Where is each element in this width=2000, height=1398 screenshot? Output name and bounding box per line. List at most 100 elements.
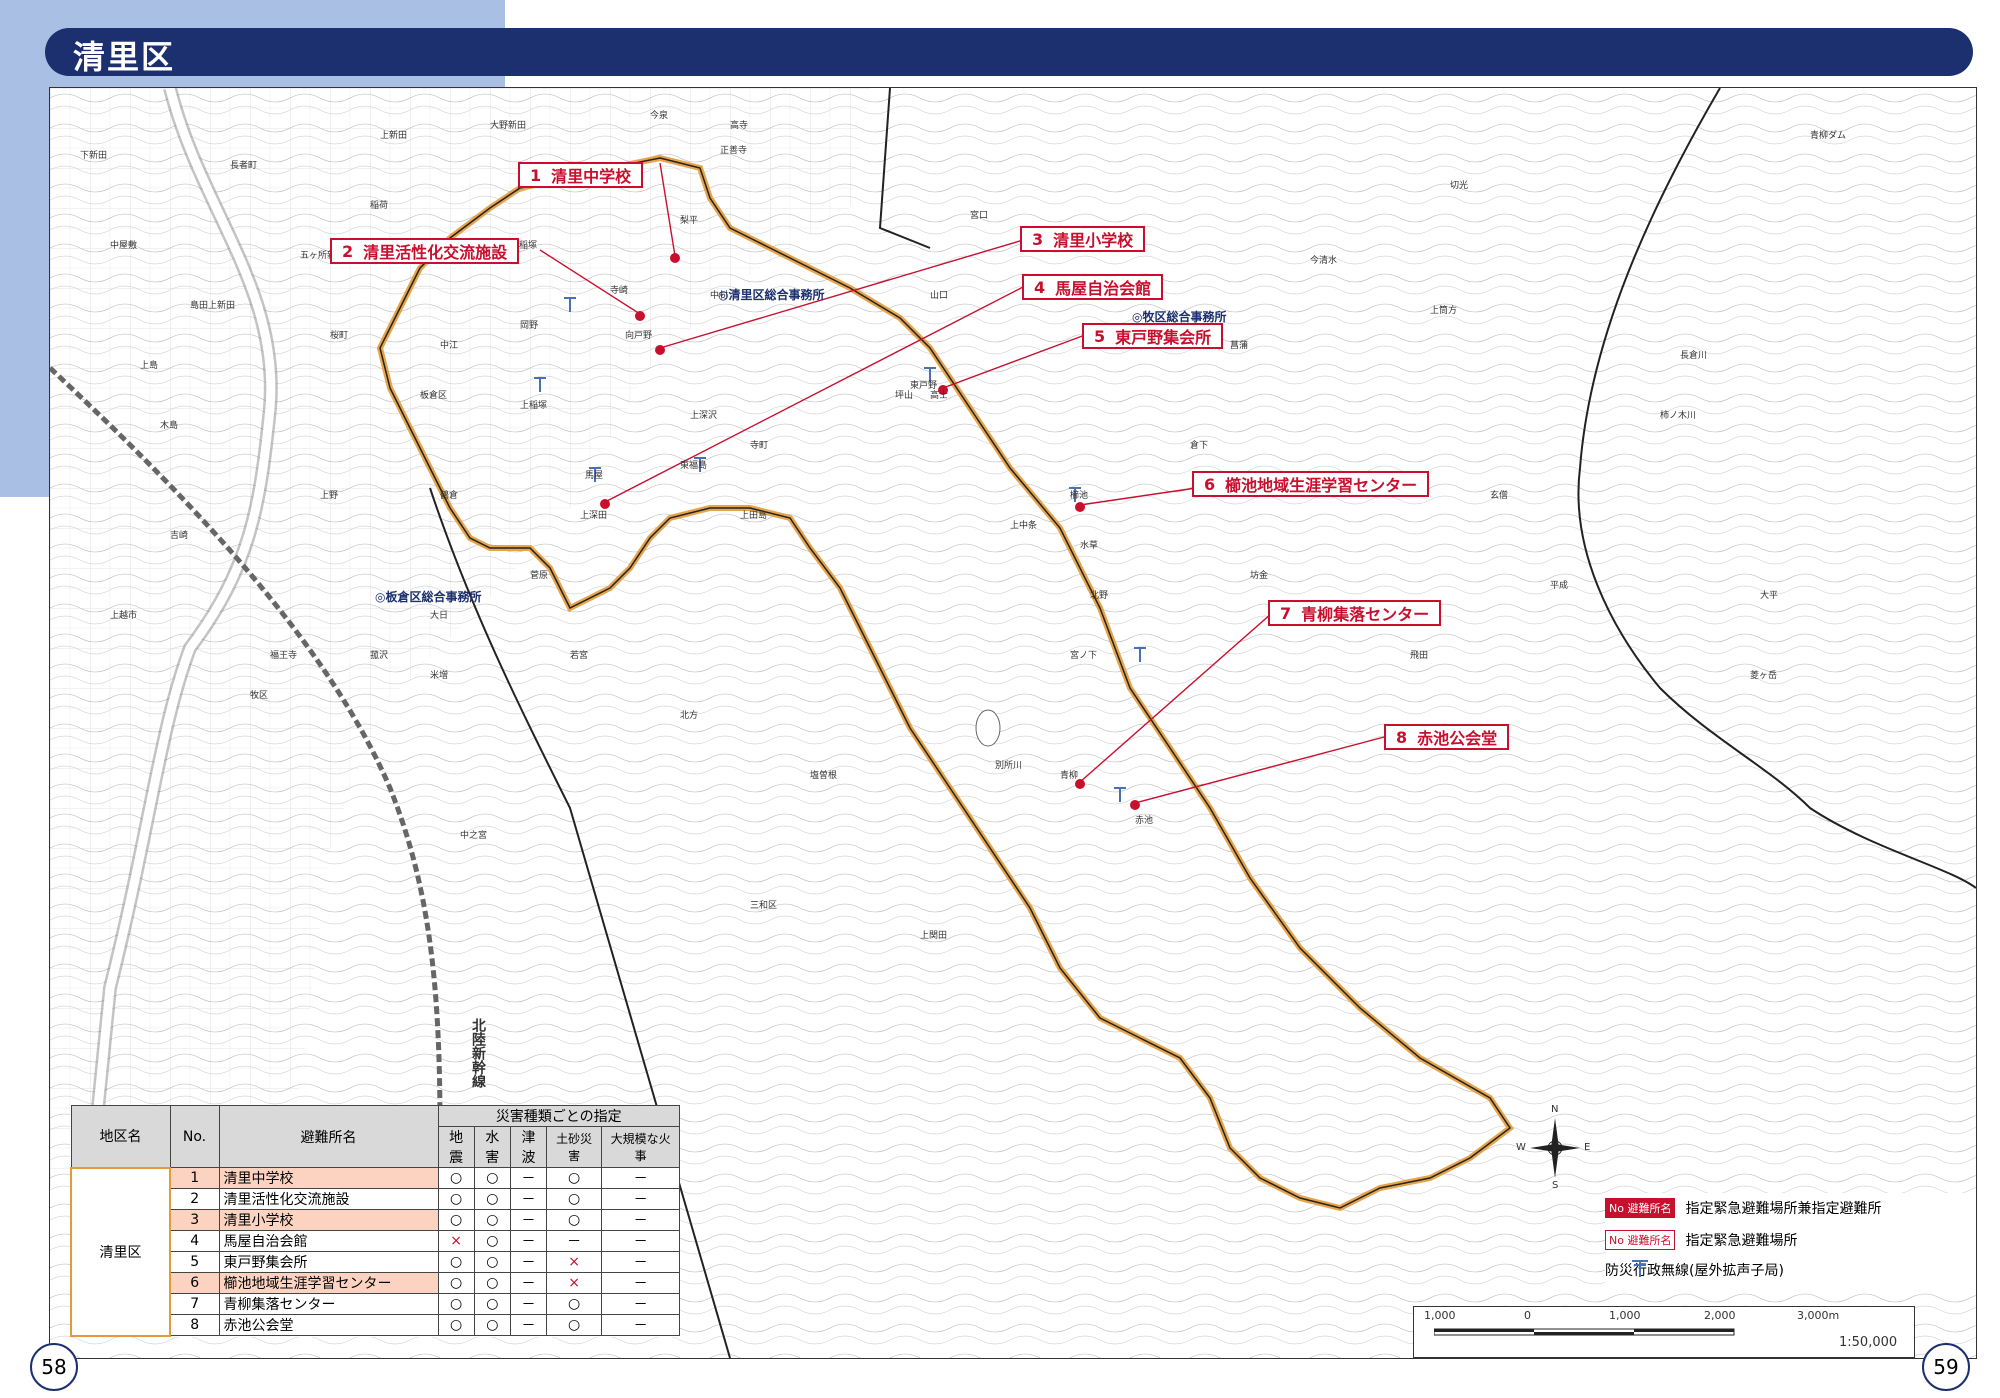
td-quake: ○ <box>437 1209 475 1231</box>
callout-no: 1 <box>530 165 542 185</box>
td-flood: ○ <box>473 1293 511 1315</box>
compass-n: N <box>1551 1104 1559 1115</box>
th-landslide: 土砂災害 <box>546 1126 603 1168</box>
td-tsunami: － <box>509 1188 548 1210</box>
antenna-icon <box>1632 1260 1648 1277</box>
place-label: 大日 <box>430 611 449 621</box>
callout-label: 清里小学校 <box>1053 231 1134 250</box>
td-fire: － <box>601 1230 680 1252</box>
place-label: 上稲塚 <box>520 401 548 411</box>
legend-badge-filled: No 避難所名 <box>1605 1198 1676 1218</box>
office-kiyosato: ◎清里区総合事務所 <box>718 288 825 302</box>
td-landslide: ○ <box>546 1209 603 1231</box>
place-label: 今泉 <box>650 111 669 121</box>
legend: No 避難所名 指定緊急避難場所兼指定避難所 No 避難所名 指定緊急避難場所 … <box>1605 1193 1976 1293</box>
callout-shelter-8[interactable]: 8 赤池公会堂 <box>1384 724 1510 750</box>
place-label: 菅原 <box>530 571 549 581</box>
th-quake: 地震 <box>437 1126 475 1168</box>
place-label: 高寺 <box>730 121 749 131</box>
place-label: 菰沢 <box>370 651 389 661</box>
callout-label: 青柳集落センター <box>1301 605 1430 624</box>
td-tsunami: － <box>509 1293 548 1315</box>
legend-row-emergency: No 避難所名 指定緊急避難場所 <box>1605 1229 1797 1251</box>
place-label: 中屋敷 <box>110 241 138 251</box>
place-label: 山口 <box>930 291 949 301</box>
page-number-left: 58 <box>30 1343 78 1391</box>
td-name: 櫛池地域生涯学習センター <box>218 1272 439 1294</box>
place-label: 上越市 <box>110 611 138 621</box>
place-label: 大野新田 <box>490 121 527 131</box>
td-quake: ○ <box>437 1167 475 1189</box>
callout-no: 6 <box>1204 474 1216 494</box>
place-label: 上新田 <box>380 131 408 141</box>
place-label: 岡野 <box>520 321 539 331</box>
td-landslide: ○ <box>546 1188 603 1210</box>
place-label: 長者町 <box>230 161 258 171</box>
place-label: 菱ヶ岳 <box>1750 671 1778 681</box>
page-number-right: 59 <box>1922 1343 1970 1391</box>
td-landslide: ○ <box>546 1314 603 1336</box>
td-fire: － <box>601 1251 680 1273</box>
td-name: 清里活性化交流施設 <box>218 1188 439 1210</box>
place-label: 倉下 <box>1190 441 1209 451</box>
place-label: 坪山 <box>895 391 914 401</box>
place-label: 三和区 <box>750 901 778 911</box>
compass-icon <box>1530 1118 1580 1178</box>
place-label: 中江 <box>440 341 459 351</box>
place-label: 菖蒲 <box>1230 341 1249 351</box>
place-label: 上深沢 <box>690 411 718 421</box>
td-no: 8 <box>169 1314 220 1336</box>
page-title: 清里区 <box>73 38 176 76</box>
td-fire: － <box>601 1209 680 1231</box>
header-bar: 清里区 <box>45 28 1973 76</box>
callout-shelter-5[interactable]: 5 東戸野集会所 <box>1082 323 1224 349</box>
callout-no: 5 <box>1094 326 1106 346</box>
place-label: 寺町 <box>750 441 769 451</box>
td-name: 清里中学校 <box>218 1167 439 1189</box>
place-label: 上中条 <box>1010 521 1038 531</box>
legend-row-radio: 防災行政無線(屋外拡声子局) <box>1605 1259 1784 1281</box>
td-landslide: × <box>546 1251 603 1273</box>
td-tsunami: － <box>509 1314 548 1336</box>
callout-shelter-1[interactable]: 1 清里中学校 <box>518 162 644 188</box>
callout-label: 東戸野集会所 <box>1115 328 1212 347</box>
place-label: 青柳ダム <box>1810 131 1847 141</box>
td-no: 4 <box>169 1230 220 1252</box>
th-tsunami: 津波 <box>509 1126 548 1168</box>
place-label: 福王寺 <box>270 651 298 661</box>
place-label: 赤池 <box>1135 816 1154 826</box>
place-label: 北野 <box>1090 591 1109 601</box>
place-label: 上筒方 <box>1430 306 1458 316</box>
place-label: 中之宮 <box>460 831 488 841</box>
callout-shelter-7[interactable]: 7 青柳集落センター <box>1268 600 1442 626</box>
place-label: 上野 <box>320 491 339 501</box>
callout-shelter-6[interactable]: 6 櫛池地域生涯学習センター <box>1192 471 1430 497</box>
td-fire: － <box>601 1272 680 1294</box>
callout-label: 清里活性化交流施設 <box>363 243 508 262</box>
scale-ratio: 1:50,000 <box>1839 1335 1898 1350</box>
scale-tick: 3,000m <box>1797 1309 1840 1322</box>
th-name: 避難所名 <box>218 1105 439 1168</box>
td-landslide: ○ <box>546 1293 603 1315</box>
place-label: 下新田 <box>80 151 108 161</box>
td-fire: － <box>601 1188 680 1210</box>
td-fire: － <box>601 1314 680 1336</box>
callout-shelter-3[interactable]: 3 清里小学校 <box>1020 226 1146 252</box>
td-district: 清里区 <box>70 1166 171 1337</box>
place-label: 飛田 <box>1410 651 1429 661</box>
callout-shelter-2[interactable]: 2 清里活性化交流施設 <box>330 238 520 264</box>
legend-row-both: No 避難所名 指定緊急避難場所兼指定避難所 <box>1605 1197 1881 1219</box>
place-label: 宮ノ下 <box>1070 651 1098 661</box>
callout-no: 3 <box>1032 229 1044 249</box>
office-itakura: ◎板倉区総合事務所 <box>375 590 482 604</box>
callout-label: 馬屋自治会館 <box>1055 279 1152 298</box>
place-label: 上島 <box>140 361 159 371</box>
td-quake: ○ <box>437 1314 475 1336</box>
td-tsunami: － <box>509 1230 548 1252</box>
callout-shelter-4[interactable]: 4 馬屋自治会館 <box>1022 274 1164 300</box>
td-tsunami: － <box>509 1251 548 1273</box>
scale-tick: 2,000 <box>1704 1309 1736 1322</box>
td-flood: ○ <box>473 1230 511 1252</box>
td-flood: ○ <box>473 1188 511 1210</box>
th-no: No. <box>169 1105 220 1168</box>
